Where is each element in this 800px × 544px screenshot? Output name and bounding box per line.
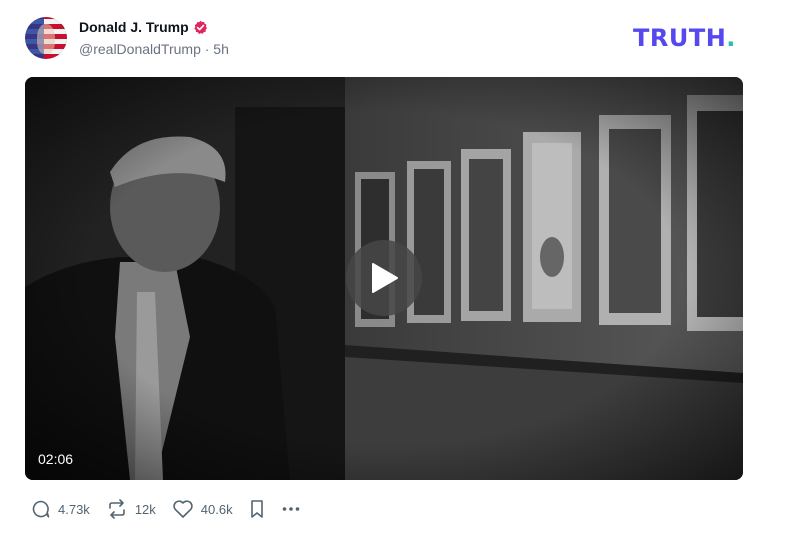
author-display-name: Donald J. Trump [79, 19, 189, 35]
play-button[interactable] [346, 240, 422, 316]
like-button[interactable]: 40.6k [172, 499, 233, 519]
retruth-icon [109, 499, 125, 519]
reply-icon [32, 500, 50, 518]
retruth-button[interactable]: 12k [106, 499, 156, 519]
author-name[interactable]: Donald J. Trump [79, 19, 208, 35]
play-icon [372, 263, 398, 293]
logo-text: TRUTH [633, 24, 727, 52]
like-count: 40.6k [200, 501, 233, 517]
heart-icon [173, 500, 193, 518]
reply-button[interactable]: 4.73k [31, 499, 90, 519]
retruth-count: 12k [134, 501, 156, 517]
bookmark-button[interactable] [249, 499, 265, 519]
video-duration: 02:06 [38, 451, 74, 467]
avatar-face [37, 24, 55, 54]
author-meta: @realDonaldTrump · 5h [79, 41, 229, 57]
verified-badge-icon [194, 20, 207, 34]
logo-dot: . [726, 24, 736, 52]
avatar[interactable] [25, 17, 67, 59]
post-actions: 4.73k 12k 40.6k [31, 499, 317, 519]
reply-count: 4.73k [58, 501, 90, 517]
more-button[interactable] [281, 499, 301, 519]
truth-logo[interactable]: TRUTH. [633, 24, 736, 52]
more-icon [282, 507, 299, 511]
bookmark-icon [250, 500, 263, 518]
video-player[interactable] [25, 77, 743, 480]
